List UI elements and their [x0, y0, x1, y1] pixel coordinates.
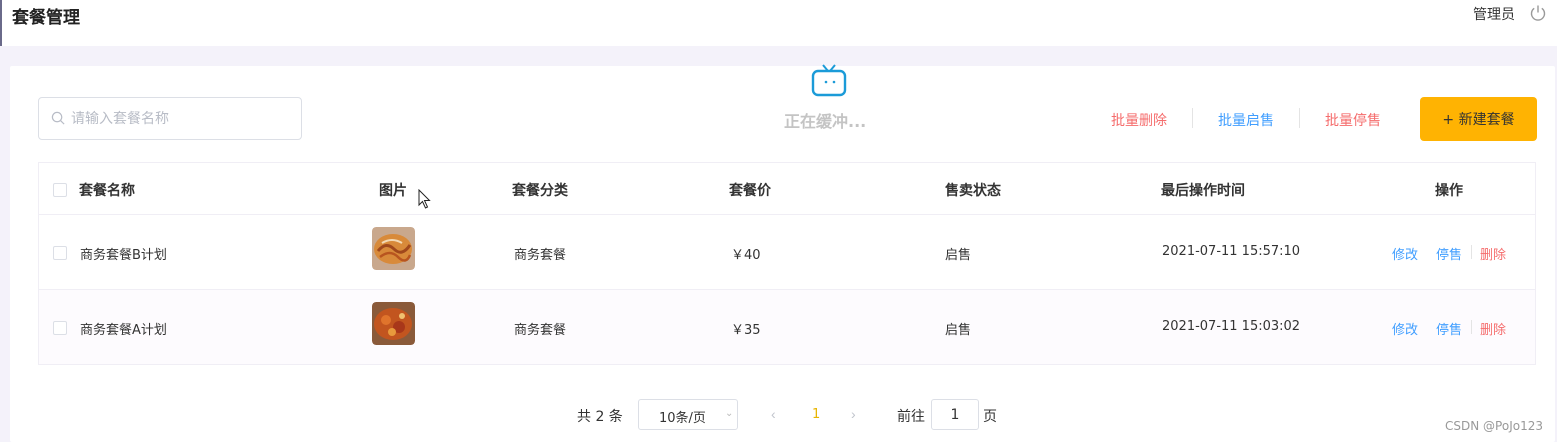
- package-thumbnail: [372, 302, 415, 345]
- tv-icon: [811, 64, 847, 97]
- new-package-button[interactable]: + 新建套餐: [1420, 97, 1537, 141]
- select-all-checkbox[interactable]: [53, 183, 67, 197]
- row-checkbox[interactable]: [53, 246, 67, 260]
- package-updated: 2021-07-11 15:03:02: [1162, 319, 1301, 334]
- table-row: 商务套餐A计划 商务套餐 ￥35 启售 2021-07-11 15:03:02 …: [39, 290, 1535, 365]
- package-name: 商务套餐B计划: [80, 248, 167, 263]
- delete-button[interactable]: 删除: [1480, 244, 1506, 263]
- next-page-icon[interactable]: ›: [851, 406, 856, 422]
- search-box[interactable]: [38, 97, 302, 140]
- col-name: 套餐名称: [79, 183, 135, 199]
- batch-enable-button[interactable]: 批量启售: [1218, 110, 1274, 130]
- package-category: 商务套餐: [514, 248, 567, 263]
- package-price: ￥40: [731, 248, 761, 263]
- search-input[interactable]: [71, 98, 296, 139]
- col-price: 套餐价: [729, 183, 771, 199]
- col-status: 售卖状态: [945, 183, 1001, 199]
- chevron-down-icon: ⌄: [725, 408, 734, 419]
- col-updated: 最后操作时间: [1161, 183, 1245, 199]
- disable-button[interactable]: 停售: [1436, 319, 1462, 338]
- power-icon[interactable]: [1529, 4, 1547, 22]
- col-category: 套餐分类: [512, 183, 568, 199]
- table-row: 商务套餐B计划 商务套餐 ￥40 启售 2021-07-11 15:57:10 …: [39, 215, 1535, 290]
- page-title: 套餐管理: [12, 8, 80, 28]
- col-actions: 操作: [1435, 183, 1463, 199]
- pagination-total: 共 2 条: [577, 409, 623, 425]
- package-status: 启售: [945, 248, 972, 263]
- search-icon: [51, 111, 65, 125]
- col-image: 图片: [379, 183, 407, 199]
- package-table: 套餐名称 图片 套餐分类 套餐价 售卖状态 最后操作时间 操作 商务套餐B计划 …: [38, 162, 1536, 365]
- divider: [1471, 245, 1472, 259]
- page-size-value: 10条/页: [659, 411, 706, 426]
- edit-button[interactable]: 修改: [1392, 319, 1418, 338]
- goto-suffix: 页: [983, 409, 997, 425]
- batch-disable-button[interactable]: 批量停售: [1325, 110, 1381, 130]
- current-page[interactable]: 1: [812, 407, 820, 422]
- package-name: 商务套餐A计划: [80, 323, 167, 338]
- batch-delete-button[interactable]: 批量删除: [1111, 110, 1167, 130]
- top-bar: 套餐管理 管理员: [0, 0, 1557, 46]
- delete-button[interactable]: 删除: [1480, 319, 1506, 338]
- buffering-text: 正在缓冲...: [784, 112, 867, 131]
- package-price: ￥35: [731, 323, 761, 338]
- divider: [1471, 320, 1472, 334]
- package-status: 启售: [945, 323, 972, 338]
- mouse-cursor-icon: [418, 189, 431, 209]
- divider: [1192, 108, 1193, 128]
- package-thumbnail: [372, 227, 415, 270]
- goto-label: 前往: [897, 409, 925, 425]
- table-header: 套餐名称 图片 套餐分类 套餐价 售卖状态 最后操作时间 操作: [39, 163, 1535, 215]
- row-checkbox[interactable]: [53, 321, 67, 335]
- divider: [1299, 108, 1300, 128]
- package-updated: 2021-07-11 15:57:10: [1162, 244, 1301, 259]
- page-size-select[interactable]: 10条/页 ⌄: [638, 399, 738, 430]
- disable-button[interactable]: 停售: [1436, 244, 1462, 263]
- package-category: 商务套餐: [514, 323, 567, 338]
- prev-page-icon[interactable]: ‹: [771, 406, 776, 422]
- admin-username[interactable]: 管理员: [1473, 4, 1515, 24]
- edit-button[interactable]: 修改: [1392, 244, 1418, 263]
- goto-page-input[interactable]: [931, 399, 979, 430]
- watermark: CSDN @PoJo123: [1445, 419, 1543, 433]
